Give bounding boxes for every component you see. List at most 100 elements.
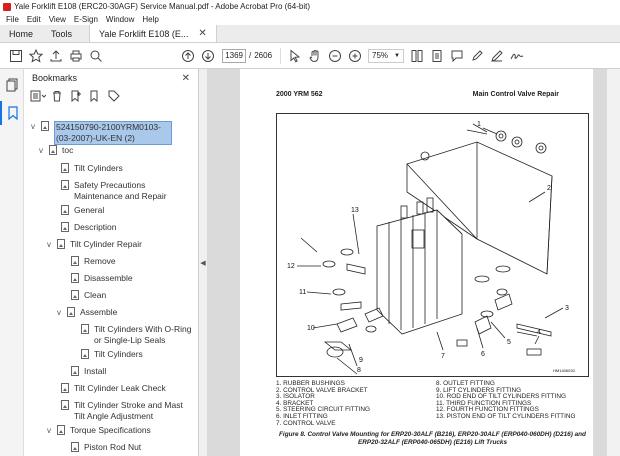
- bookmark-label: Torque Specifications: [70, 425, 151, 435]
- select-tool-button[interactable]: [285, 46, 305, 66]
- bookmark-label: Tilt Cylinders: [74, 163, 123, 173]
- collapse-icon[interactable]: v: [36, 145, 46, 156]
- bookmark-page-icon: [61, 400, 69, 410]
- bookmark-item[interactable]: Clean: [58, 290, 202, 301]
- tab-document[interactable]: Yale Forklift E108 (E... ✕: [89, 25, 217, 42]
- bookmark-page-icon: [61, 180, 69, 190]
- bookmark-item[interactable]: General: [48, 205, 192, 216]
- zoom-out-button[interactable]: [325, 46, 345, 66]
- hand-icon: [309, 49, 319, 62]
- menu-view[interactable]: View: [45, 15, 70, 24]
- menu-edit[interactable]: Edit: [23, 15, 45, 24]
- figure-caption: Figure 8. Control Valve Mounting for ERP…: [279, 431, 586, 446]
- find-button[interactable]: [86, 46, 106, 66]
- zoom-in-button[interactable]: [345, 46, 365, 66]
- legend-column-left: 1. RUBBER BUSHINGS 2. CONTROL VALVE BRAC…: [276, 380, 370, 427]
- bookmark-item[interactable]: Install: [58, 366, 202, 377]
- next-page-button[interactable]: [198, 46, 218, 66]
- bookmark-page-icon: [57, 425, 65, 435]
- upload-button[interactable]: [46, 46, 66, 66]
- menu-bar: File Edit View E-Sign Window Help: [0, 13, 620, 25]
- vertical-scrollbar[interactable]: [607, 69, 620, 456]
- zoom-in-icon: [349, 49, 362, 62]
- hand-tool-button[interactable]: [305, 46, 325, 66]
- bookmark-item[interactable]: Description: [48, 222, 192, 233]
- print-button[interactable]: [66, 46, 86, 66]
- page-number-input[interactable]: 1369: [222, 48, 246, 63]
- bookmark-label: Remove: [84, 256, 116, 266]
- bookmark-item[interactable]: Tilt Cylinder Leak Check: [48, 383, 192, 394]
- collapse-icon[interactable]: v: [28, 121, 38, 132]
- save-icon: [10, 49, 22, 62]
- menu-file[interactable]: File: [2, 15, 23, 24]
- bookmark-item[interactable]: Tilt Cylinders With O-Ring or Single-Lip…: [68, 324, 194, 346]
- menu-esign[interactable]: E-Sign: [70, 15, 102, 24]
- bookmark-item[interactable]: Tilt Cylinders: [48, 163, 192, 174]
- bookmark-item[interactable]: Disassemble: [58, 273, 202, 284]
- close-panel-icon[interactable]: ✕: [182, 73, 190, 84]
- arrow-up-circle-icon: [182, 49, 194, 62]
- page-thumbnails-button[interactable]: [0, 73, 24, 97]
- draw-button[interactable]: [487, 46, 507, 66]
- figure-code: HM1406030: [553, 368, 576, 373]
- expand-bookmark-button[interactable]: [87, 88, 103, 104]
- bookmark-item[interactable]: v Assemble: [54, 307, 198, 318]
- bookmark-item[interactable]: Safety Precautions Maintenance and Repai…: [48, 180, 192, 202]
- document-view[interactable]: 2000 YRM 562 Main Control Valve Repair 1…: [207, 69, 607, 456]
- arrow-down-circle-icon: [202, 49, 214, 62]
- delete-bookmark-button[interactable]: [49, 88, 65, 104]
- bookmark-item[interactable]: Remove: [58, 256, 202, 267]
- page-display-button[interactable]: [407, 46, 427, 66]
- bookmark-star-button[interactable]: [26, 46, 46, 66]
- tab-home[interactable]: Home: [0, 25, 42, 42]
- page-header-right: Main Control Valve Repair: [472, 91, 559, 98]
- bookmark-item[interactable]: Tilt Cylinders: [68, 349, 194, 360]
- tab-tools[interactable]: Tools: [42, 25, 81, 42]
- panel-collapse-handle[interactable]: ◀: [199, 69, 207, 456]
- pdf-page: 2000 YRM 562 Main Control Valve Repair 1…: [240, 69, 593, 456]
- bookmarks-panel-button[interactable]: [0, 101, 24, 125]
- save-button[interactable]: [6, 46, 26, 66]
- toolbar: 1369 / 2606 75% ▼: [0, 43, 620, 69]
- bookmark-page-icon: [61, 383, 69, 393]
- bookmark-item[interactable]: v 524150790-2100YRM0103-(03-2007)-UK-EN (…: [28, 121, 172, 145]
- bookmarks-panel-title: Bookmarks: [32, 73, 78, 83]
- sign-button[interactable]: [507, 46, 527, 66]
- list-options-icon: [30, 90, 46, 102]
- bookmark-item[interactable]: v Torque Specifications: [44, 425, 188, 436]
- bookmark-label: Description: [74, 222, 117, 232]
- highlight-button[interactable]: [467, 46, 487, 66]
- bookmark-label: 524150790-2100YRM0103-(03-2007)-UK-EN (2…: [54, 121, 172, 145]
- close-tab-icon[interactable]: ✕: [198, 28, 206, 39]
- callout-3: 3: [565, 305, 569, 312]
- callout-10: 10: [307, 325, 315, 332]
- bookmark-item[interactable]: v toc: [36, 145, 180, 156]
- highlighter-icon: [472, 49, 483, 61]
- bookmark-item[interactable]: Piston Rod Nut: [58, 442, 202, 453]
- bookmark-options-button[interactable]: [30, 88, 46, 104]
- new-bookmark-button[interactable]: [68, 88, 84, 104]
- title-bar: Yale Forklift E108 (ERC20-30AGF) Service…: [0, 0, 620, 13]
- page-separator: /: [249, 51, 252, 60]
- comment-button[interactable]: [447, 46, 467, 66]
- collapse-icon[interactable]: v: [44, 425, 54, 436]
- bookmark-label: Tilt Cylinder Leak Check: [74, 383, 166, 393]
- bookmark-page-icon: [71, 273, 79, 283]
- callout-12: 12: [287, 263, 295, 270]
- bookmark-page-icon: [57, 239, 65, 249]
- callout-11: 11: [299, 289, 306, 296]
- tag-bookmark-button[interactable]: [106, 88, 122, 104]
- collapse-icon[interactable]: v: [54, 307, 64, 318]
- bookmark-label: Tilt Cylinders With O-Ring or Single-Lip…: [94, 324, 192, 345]
- zoom-level-dropdown[interactable]: 75% ▼: [368, 48, 404, 63]
- bookmark-label: Tilt Cylinder Repair: [70, 239, 142, 249]
- collapse-icon[interactable]: v: [44, 239, 54, 250]
- bookmark-item[interactable]: v Tilt Cylinder Repair: [44, 239, 188, 250]
- menu-window[interactable]: Window: [102, 15, 138, 24]
- menu-help[interactable]: Help: [138, 15, 162, 24]
- chevron-down-icon: ▼: [394, 52, 400, 59]
- previous-page-button[interactable]: [178, 46, 198, 66]
- bookmark-label: Install: [84, 366, 107, 376]
- bookmark-item[interactable]: Tilt Cylinder Stroke and Mast Tilt Angle…: [48, 400, 192, 422]
- scroll-mode-button[interactable]: [427, 46, 447, 66]
